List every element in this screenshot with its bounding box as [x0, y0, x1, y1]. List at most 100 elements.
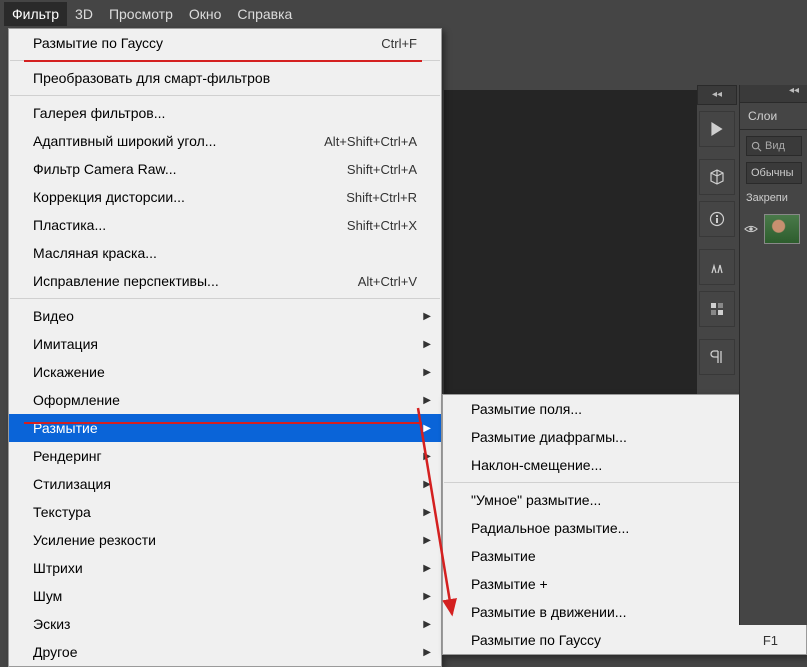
tool-strip: ◂◂	[697, 85, 737, 375]
menu-item-label: Галерея фильтров...	[33, 105, 417, 121]
menu-item[interactable]: Пластика...Shift+Ctrl+X	[9, 211, 441, 239]
submenu-item-label: Размытие по Гауссу	[471, 632, 763, 648]
menu-item[interactable]: Оформление ▶	[9, 386, 441, 414]
annotation-underline-2	[24, 422, 422, 424]
layers-panel: ◂◂ Слои Вид Обычны Закрепи	[739, 85, 807, 625]
menu-item[interactable]: Текстура ▶	[9, 498, 441, 526]
menu-item[interactable]: Видео ▶	[9, 302, 441, 330]
submenu-item-shortcut: F1	[763, 633, 778, 648]
submenu-item-label: "Умное" размытие...	[471, 492, 778, 508]
menu-item[interactable]: Рендеринг ▶	[9, 442, 441, 470]
menu-item[interactable]: Исправление перспективы...Alt+Ctrl+V	[9, 267, 441, 295]
panel-collapse-icon[interactable]: ◂◂	[740, 85, 807, 103]
menu-item-label: Усиление резкости	[33, 532, 417, 548]
menu-item-label: Искажение	[33, 364, 417, 380]
submenu-item-label: Размытие	[471, 548, 778, 564]
layer-thumbnail	[764, 214, 800, 244]
menu-item-shortcut: Alt+Ctrl+V	[358, 274, 417, 289]
lock-label: Закрепи	[746, 192, 801, 204]
menu-item-shortcut: Ctrl+F	[381, 36, 417, 51]
brushes-icon[interactable]	[699, 249, 735, 285]
menu-item-shortcut: Alt+Shift+Ctrl+A	[324, 134, 417, 149]
menu-item[interactable]: Фильтр Camera Raw...Shift+Ctrl+A	[9, 155, 441, 183]
menu-item-label: Коррекция дисторсии...	[33, 189, 346, 205]
info-icon[interactable]	[699, 201, 735, 237]
menu-item[interactable]: Размытие по ГауссуCtrl+F	[9, 29, 441, 57]
filter-dropdown: Размытие по ГауссуCtrl+F Преобразовать дл…	[8, 28, 442, 667]
submenu-arrow-icon: ▶	[423, 563, 431, 574]
submenu-item-label: Размытие диафрагмы...	[471, 429, 778, 445]
menu-item-label: Рендеринг	[33, 448, 417, 464]
menu-item-label: Фильтр Camera Raw...	[33, 161, 347, 177]
menu-item[interactable]: Эскиз ▶	[9, 610, 441, 638]
menu-item-shortcut: Shift+Ctrl+R	[346, 190, 417, 205]
layer-search[interactable]: Вид	[746, 136, 802, 156]
menu-item-label: Адаптивный широкий угол...	[33, 133, 324, 149]
menu-item[interactable]: Преобразовать для смарт-фильтров	[9, 64, 441, 92]
menubar: Фильтр 3D Просмотр Окно Справка	[0, 0, 807, 28]
menu-item-label: Эскиз	[33, 616, 417, 632]
menu-item[interactable]: Размытие▶	[9, 414, 441, 442]
submenu-arrow-icon: ▶	[423, 507, 431, 518]
menu-item-label: Масляная краска...	[33, 245, 417, 261]
menu-view[interactable]: Просмотр	[109, 6, 173, 22]
annotation-underline-1	[24, 60, 422, 62]
menu-item-label: Оформление	[33, 392, 417, 408]
menu-item-shortcut: Shift+Ctrl+A	[347, 162, 417, 177]
menu-item[interactable]: Имитация ▶	[9, 330, 441, 358]
layer-row[interactable]	[744, 214, 803, 244]
menu-item-label: Исправление перспективы...	[33, 273, 358, 289]
submenu-item-label: Размытие +	[471, 576, 778, 592]
menu-3d[interactable]: 3D	[75, 6, 93, 22]
submenu-arrow-icon: ▶	[423, 423, 431, 434]
submenu-arrow-icon: ▶	[423, 479, 431, 490]
menu-item[interactable]: Масляная краска...	[9, 239, 441, 267]
submenu-arrow-icon: ▶	[423, 535, 431, 546]
search-placeholder: Вид	[765, 140, 785, 152]
submenu-arrow-icon: ▶	[423, 619, 431, 630]
swatches-icon[interactable]	[699, 291, 735, 327]
submenu-arrow-icon: ▶	[423, 367, 431, 378]
menu-item[interactable]: Штрихи ▶	[9, 554, 441, 582]
submenu-item[interactable]: Размытие по ГауссуF1	[443, 626, 806, 654]
cube-icon[interactable]	[699, 159, 735, 195]
menu-window[interactable]: Окно	[189, 6, 222, 22]
menu-item[interactable]: Усиление резкости ▶	[9, 526, 441, 554]
menu-item[interactable]: Галерея фильтров...	[9, 99, 441, 127]
menu-item-label: Другое	[33, 644, 417, 660]
menu-item[interactable]: Другое ▶	[9, 638, 441, 666]
menu-item-label: Пластика...	[33, 217, 347, 233]
visibility-icon[interactable]	[744, 222, 758, 236]
menu-item-label: Текстура	[33, 504, 417, 520]
menu-item-label: Шум	[33, 588, 417, 604]
menu-item[interactable]: Коррекция дисторсии...Shift+Ctrl+R	[9, 183, 441, 211]
submenu-arrow-icon: ▶	[423, 591, 431, 602]
menu-item[interactable]: Искажение ▶	[9, 358, 441, 386]
submenu-item-label: Наклон-смещение...	[471, 457, 778, 473]
submenu-arrow-icon: ▶	[423, 311, 431, 322]
menu-item-label: Размытие по Гауссу	[33, 35, 381, 51]
paragraph-icon[interactable]	[699, 339, 735, 375]
play-icon[interactable]	[699, 111, 735, 147]
menu-item-label: Видео	[33, 308, 417, 324]
menu-item[interactable]: Шум ▶	[9, 582, 441, 610]
menu-item-shortcut: Shift+Ctrl+X	[347, 218, 417, 233]
submenu-arrow-icon: ▶	[423, 395, 431, 406]
submenu-item-label: Радиальное размытие...	[471, 520, 778, 536]
menu-item-label: Штрихи	[33, 560, 417, 576]
menu-item-label: Имитация	[33, 336, 417, 352]
menu-item[interactable]: Адаптивный широкий угол...Alt+Shift+Ctrl…	[9, 127, 441, 155]
collapse-icon[interactable]: ◂◂	[697, 85, 737, 105]
submenu-arrow-icon: ▶	[423, 339, 431, 350]
submenu-item-label: Размытие в движении...	[471, 604, 778, 620]
blend-mode-select[interactable]: Обычны	[746, 162, 802, 184]
layers-tab[interactable]: Слои	[740, 103, 807, 130]
submenu-arrow-icon: ▶	[423, 647, 431, 658]
menu-item-label: Стилизация	[33, 476, 417, 492]
submenu-item-label: Размытие поля...	[471, 401, 778, 417]
menu-item-label: Преобразовать для смарт-фильтров	[33, 70, 417, 86]
submenu-arrow-icon: ▶	[423, 451, 431, 462]
menu-item[interactable]: Стилизация ▶	[9, 470, 441, 498]
menu-filter[interactable]: Фильтр	[4, 2, 67, 26]
menu-help[interactable]: Справка	[237, 6, 292, 22]
